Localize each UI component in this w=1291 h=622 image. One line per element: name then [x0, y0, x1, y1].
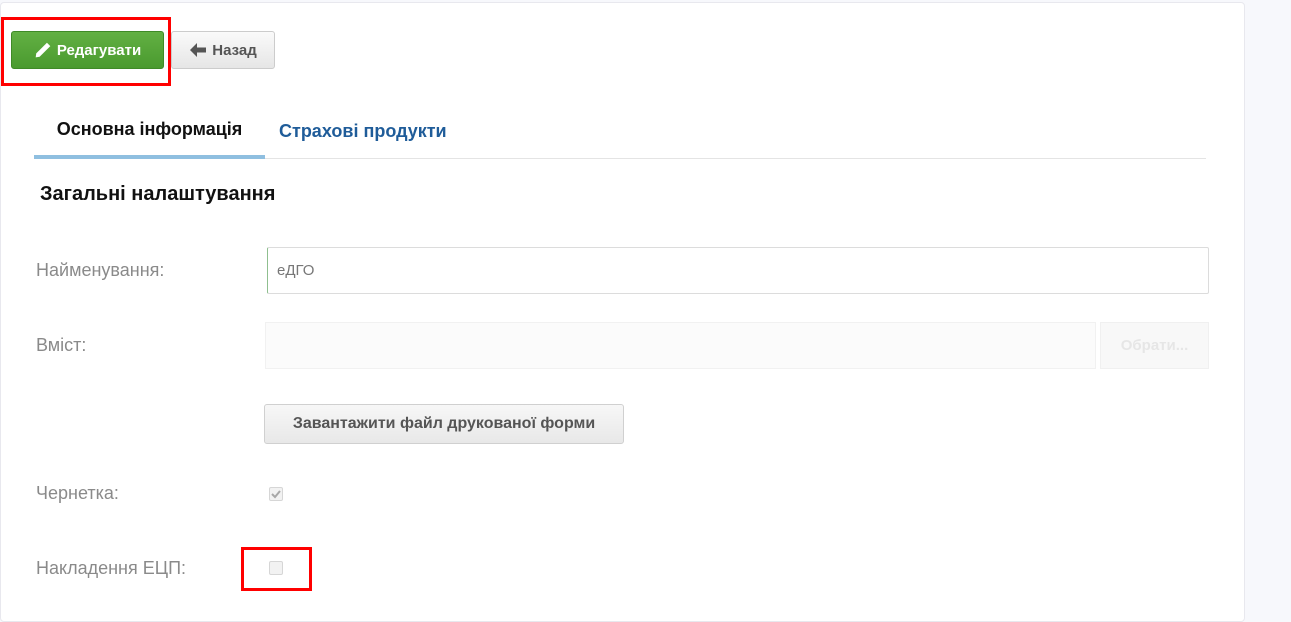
content-field	[265, 322, 1096, 369]
tab-insurance-products[interactable]: Страхові продукти	[279, 103, 447, 159]
back-button[interactable]: Назад	[171, 31, 275, 69]
choose-button-label: Обрати...	[1120, 337, 1189, 354]
section-title: Загальні налаштування	[40, 183, 276, 205]
name-field-value: еДГО	[277, 262, 315, 279]
tab-main-info-label: Основна інформація	[56, 118, 243, 139]
signature-label: Накладення ЕЦП:	[36, 558, 187, 578]
name-label: Найменування:	[36, 260, 165, 280]
upload-button-label: Завантажити файл друкованої форми	[292, 415, 596, 432]
name-field[interactable]: еДГО	[267, 247, 1209, 294]
pencil-icon	[35, 42, 51, 58]
signature-checkbox[interactable]	[269, 561, 283, 575]
draft-label: Чернетка:	[36, 483, 119, 503]
choose-button: Обрати...	[1100, 322, 1209, 369]
tab-main-info[interactable]: Основна інформація	[34, 103, 265, 159]
tab-bar: Основна інформація Страхові продукти	[34, 103, 1206, 159]
checkmark-icon	[271, 490, 281, 499]
arrow-left-icon	[190, 43, 207, 57]
content-label: Вміст:	[36, 335, 87, 355]
upload-print-form-button[interactable]: Завантажити файл друкованої форми	[264, 404, 624, 444]
edit-button-label: Редагувати	[56, 41, 142, 59]
edit-button[interactable]: Редагувати	[11, 31, 164, 69]
back-button-label: Назад	[212, 41, 257, 59]
main-panel	[0, 2, 1245, 622]
draft-checkbox[interactable]	[269, 487, 283, 501]
tab-insurance-products-label: Страхові продукти	[279, 120, 447, 141]
